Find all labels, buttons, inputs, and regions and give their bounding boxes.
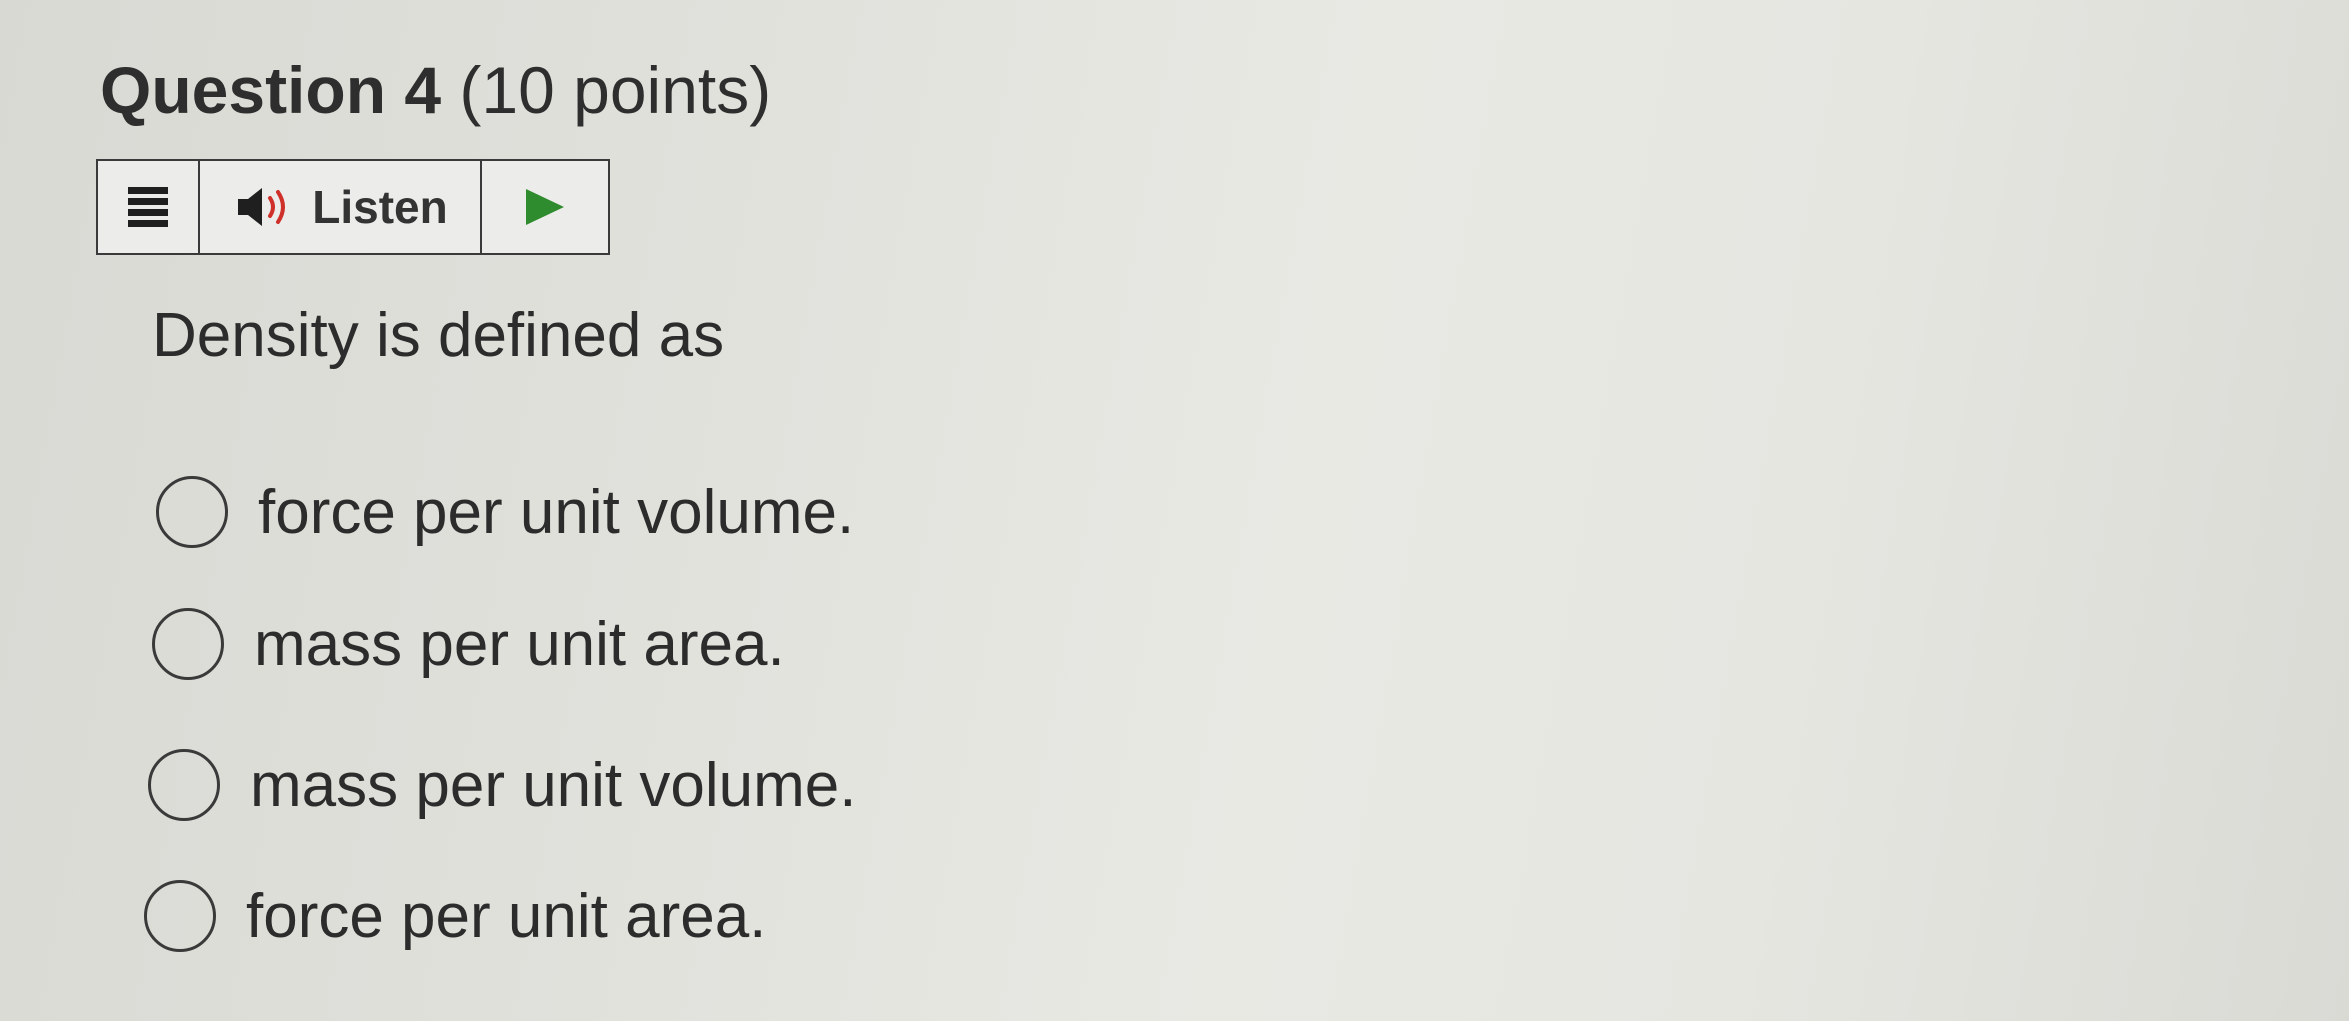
listen-toolbar: Listen [96,159,610,255]
radio-button-1[interactable] [156,476,228,548]
question-prompt: Density is defined as [152,301,725,370]
answer-label-3[interactable]: mass per unit volume. [250,750,856,821]
radio-button-2[interactable] [152,608,224,680]
menu-icon [128,187,168,227]
play-button[interactable] [482,161,608,253]
answer-option-1[interactable]: force per unit volume. [156,476,854,548]
answer-label-4[interactable]: force per unit area. [246,881,766,952]
question-points: (10 points) [459,53,772,127]
radio-button-3[interactable] [148,749,220,821]
play-icon [526,189,564,225]
question-number: Question 4 [100,53,442,127]
answer-label-2[interactable]: mass per unit area. [254,609,785,680]
listen-button[interactable]: Listen [200,161,482,253]
radio-button-4[interactable] [144,880,216,952]
speaker-icon [238,188,286,226]
page-title: Question 4 (10 points) [100,52,771,128]
listen-label: Listen [312,181,448,233]
toolbar-menu-button[interactable] [98,161,200,253]
answer-option-4[interactable]: force per unit area. [144,880,766,952]
answer-option-3[interactable]: mass per unit volume. [148,749,856,821]
answer-option-2[interactable]: mass per unit area. [152,608,785,680]
answer-label-1[interactable]: force per unit volume. [258,477,854,548]
